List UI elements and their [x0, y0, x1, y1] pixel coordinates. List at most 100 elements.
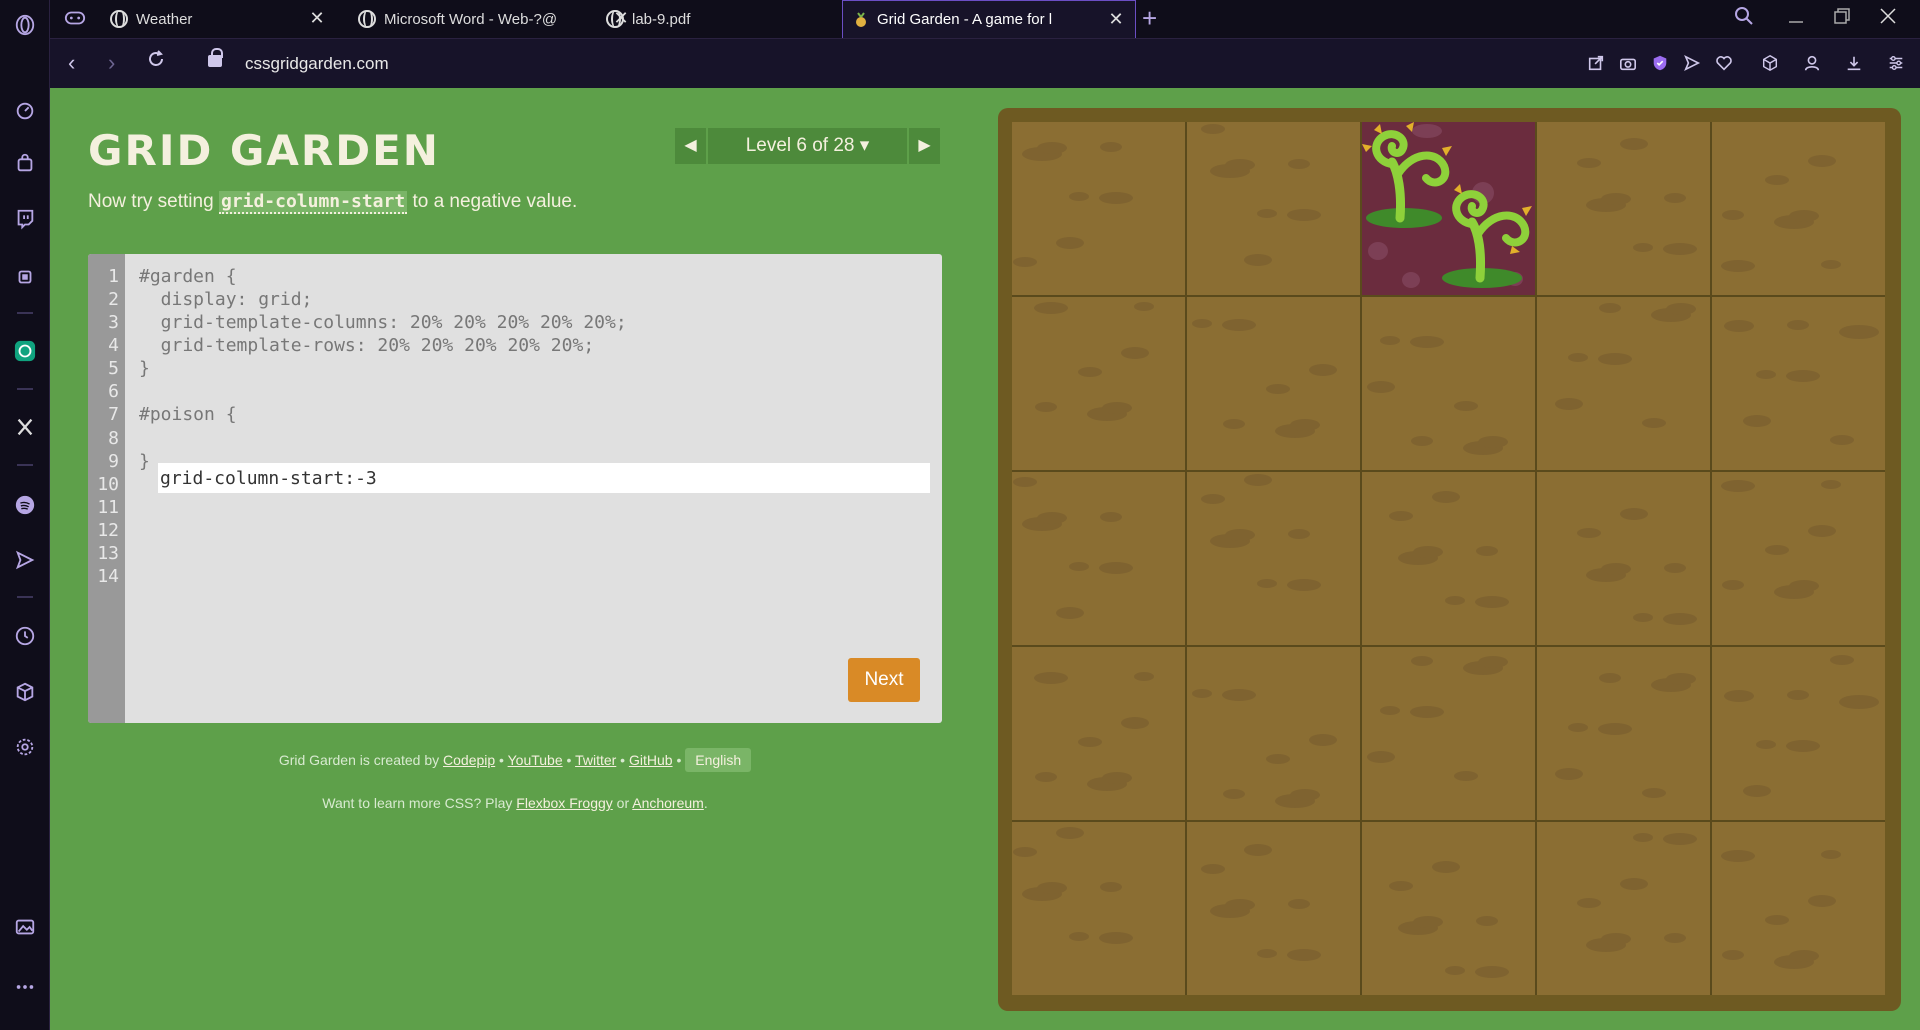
- tab-title: Microsoft Word - Web-?@: [384, 10, 558, 28]
- separator: •: [495, 752, 508, 768]
- code-line: #poison {: [139, 404, 237, 425]
- lock-icon: [208, 48, 223, 67]
- extensions-cube-icon[interactable]: [12, 679, 38, 705]
- codepip-link[interactable]: Codepip: [443, 752, 495, 768]
- soil-plot: [1712, 647, 1885, 820]
- soil-plot: [1362, 822, 1535, 995]
- soil-plot: [1537, 647, 1710, 820]
- anchoreum-link[interactable]: Anchoreum: [632, 795, 704, 811]
- sidebar-divider: [17, 312, 33, 314]
- share-icon[interactable]: [1586, 53, 1606, 73]
- language-button[interactable]: English: [685, 748, 752, 772]
- soil-plot: [1012, 822, 1185, 995]
- credits-text: Grid Garden is created by: [278, 752, 444, 768]
- soil-plot: [1187, 647, 1360, 820]
- spotify-icon[interactable]: [12, 492, 38, 518]
- reload-icon[interactable]: [146, 49, 166, 74]
- previous-level-button[interactable]: ◀: [675, 128, 708, 164]
- easy-setup-sliders-icon[interactable]: [1886, 53, 1906, 73]
- close-icon[interactable]: ✕: [308, 9, 326, 27]
- history-clock-icon[interactable]: [12, 623, 38, 649]
- browser-sidebar: [0, 0, 50, 1030]
- garden-grid: [1012, 122, 1885, 995]
- separator: •: [672, 752, 686, 768]
- x-twitter-icon[interactable]: [12, 414, 38, 440]
- ai-chip-icon[interactable]: [12, 264, 38, 290]
- sidebar-divider: [17, 596, 33, 598]
- line-number: 5: [108, 358, 119, 379]
- code-line: }: [139, 358, 150, 379]
- grid-garden-page: GRID GARDEN ◀ Level 6 of 28 ▾ ▶ Now try …: [50, 88, 1920, 1030]
- github-link[interactable]: GitHub: [629, 752, 673, 768]
- next-level-button[interactable]: ▶: [907, 128, 940, 164]
- wallpaper-image-icon[interactable]: [12, 914, 38, 940]
- line-number: 4: [108, 335, 119, 356]
- heart-icon[interactable]: [1714, 53, 1734, 73]
- opera-logo-icon[interactable]: [12, 12, 38, 38]
- soil-plot: [1712, 822, 1885, 995]
- settings-gear-icon[interactable]: [12, 734, 38, 760]
- soil-plot: [1537, 122, 1710, 295]
- css-code-input[interactable]: [158, 463, 930, 493]
- level-navigation: ◀ Level 6 of 28 ▾ ▶: [675, 128, 940, 164]
- speed-dial-icon[interactable]: [12, 98, 38, 124]
- search-tabs-icon[interactable]: [1734, 6, 1754, 32]
- page-title: GRID GARDEN: [88, 126, 440, 175]
- tab-weather[interactable]: Weather ✕: [100, 0, 336, 38]
- line-number: 13: [97, 543, 119, 564]
- grid-garden-favicon-icon: [853, 11, 869, 28]
- back-icon[interactable]: ‹: [68, 51, 75, 75]
- close-icon[interactable]: ✕: [1107, 10, 1125, 28]
- more-css-line: Want to learn more CSS? Play Flexbox Fro…: [88, 795, 942, 811]
- chatgpt-icon[interactable]: [12, 338, 38, 364]
- address-bar: ‹ › cssgridgarden.com: [50, 38, 1920, 88]
- line-number: 1: [108, 266, 119, 287]
- restore-icon[interactable]: [1832, 6, 1852, 32]
- instructions-text: to a negative value.: [407, 191, 578, 212]
- code-line: grid-template-rows: 20% 20% 20% 20% 20%;: [139, 335, 595, 356]
- send-icon[interactable]: [1682, 53, 1702, 73]
- youtube-link[interactable]: YouTube: [508, 752, 563, 768]
- download-icon[interactable]: [1844, 53, 1864, 73]
- soil-plot: [1362, 297, 1535, 470]
- line-number: 12: [97, 520, 119, 541]
- more-css-text: or: [612, 795, 633, 811]
- close-window-icon[interactable]: [1878, 6, 1898, 32]
- level-instructions: Now try setting grid-column-start to a n…: [88, 191, 578, 214]
- camera-icon[interactable]: [1618, 53, 1638, 73]
- send-icon[interactable]: [12, 547, 38, 573]
- globe-icon: [110, 10, 128, 28]
- level-dropdown[interactable]: Level 6 of 28 ▾: [708, 128, 907, 164]
- sidebar-divider: [17, 464, 33, 466]
- instructions-code-term[interactable]: grid-column-start: [218, 191, 408, 214]
- soil-plot: [1187, 822, 1360, 995]
- shield-icon[interactable]: [1650, 53, 1670, 73]
- soil-plot: [1012, 647, 1185, 820]
- url-field[interactable]: cssgridgarden.com: [245, 54, 389, 74]
- tab-grid-garden[interactable]: Grid Garden - A game for l ✕: [842, 0, 1136, 38]
- credits-line: Grid Garden is created by Codepip • YouT…: [88, 748, 942, 772]
- shopping-bag-icon[interactable]: [12, 150, 38, 176]
- more-css-text: .: [703, 795, 708, 811]
- soil-plot: [1362, 472, 1535, 645]
- flexbox-froggy-link[interactable]: Flexbox Froggy: [516, 795, 612, 811]
- minimize-icon[interactable]: [1786, 6, 1806, 32]
- extensions-cube-icon[interactable]: [1760, 53, 1780, 73]
- twitch-icon[interactable]: [12, 206, 38, 232]
- soil-plot: [1362, 647, 1535, 820]
- soil-plot: [1012, 472, 1185, 645]
- poison-plot: [1362, 122, 1535, 295]
- instructions-text: Now try setting: [88, 191, 219, 212]
- line-number: 14: [97, 566, 119, 587]
- line-number: 11: [97, 497, 119, 518]
- css-editor: 1 2 3 4 5 6 7 8 9 10 11 12 13 14 #garden…: [88, 254, 942, 723]
- new-tab-plus-icon[interactable]: +: [1142, 4, 1157, 32]
- workspace-gamepad-icon[interactable]: [64, 9, 86, 27]
- twitter-link[interactable]: Twitter: [575, 752, 616, 768]
- tab-title: lab-9.pdf: [632, 10, 691, 28]
- more-options-icon[interactable]: [12, 974, 38, 1000]
- profile-icon[interactable]: [1802, 53, 1822, 73]
- forward-icon[interactable]: ›: [108, 51, 115, 75]
- line-number: 10: [97, 474, 119, 495]
- next-button[interactable]: Next: [848, 658, 920, 702]
